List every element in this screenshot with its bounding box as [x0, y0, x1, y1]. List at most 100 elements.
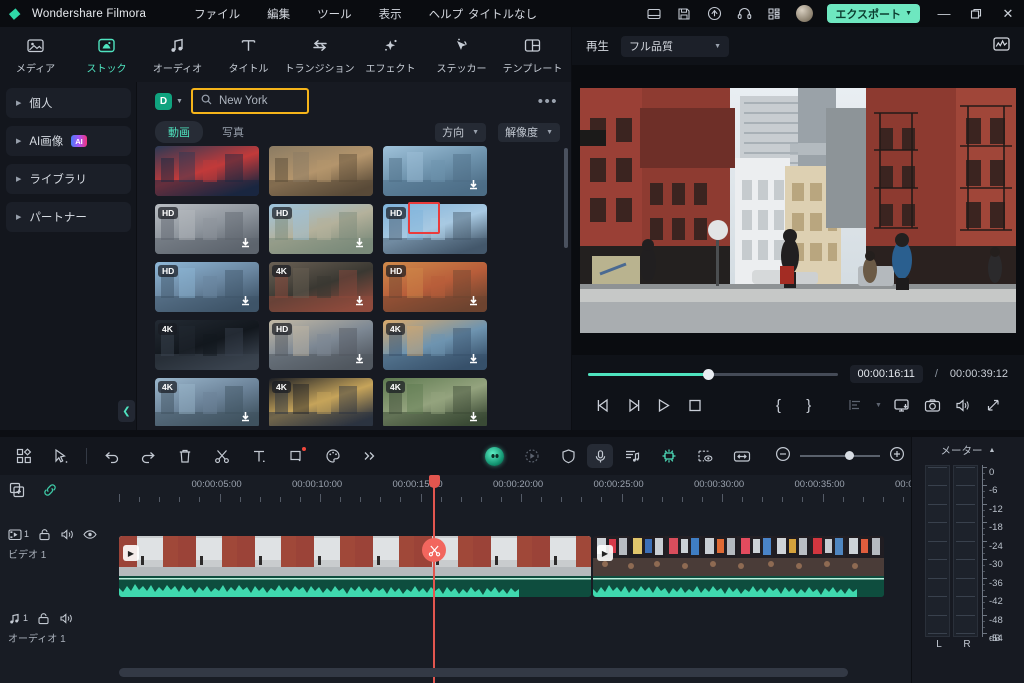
timeline-zoom-knob[interactable] [845, 451, 855, 460]
more-options-icon[interactable]: ••• [538, 93, 558, 110]
zoom-in-button[interactable] [889, 446, 905, 467]
avatar[interactable] [789, 0, 819, 27]
provider-chip[interactable]: D [155, 92, 172, 110]
sidebar-item-library[interactable]: ▶ ライブラリ [6, 164, 131, 194]
link-clips-button[interactable] [33, 475, 66, 505]
close-button[interactable]: ✕ [992, 0, 1024, 27]
ai-effects-button[interactable] [513, 441, 550, 471]
sidebar-item-partner[interactable]: ▶ パートナー [6, 202, 131, 232]
download-icon[interactable] [352, 351, 367, 366]
fit-timeline-button[interactable] [724, 441, 761, 471]
menu-item-edit[interactable]: 編集 [267, 6, 290, 22]
menu-item-help[interactable]: ヘルプ [429, 6, 464, 22]
render-preview-button[interactable] [687, 441, 724, 471]
play-button[interactable] [649, 393, 679, 417]
resolution-dropdown[interactable]: 解像度 ▼ [498, 122, 560, 142]
add-track-button[interactable] [0, 475, 33, 505]
seek-knob[interactable] [702, 368, 714, 380]
next-frame-button[interactable] [618, 393, 648, 417]
clip-play-button[interactable]: ▶ [597, 545, 613, 561]
delete-button[interactable] [167, 441, 204, 471]
seek-slider[interactable] [588, 368, 838, 380]
minimize-button[interactable]: — [928, 0, 960, 27]
menu-item-view[interactable]: 表示 [379, 6, 402, 22]
ribbon-tab-title[interactable]: タイトル [213, 27, 284, 82]
stock-result-4[interactable]: HD [155, 204, 259, 254]
text-button[interactable] [241, 441, 278, 471]
collapse-panel-button[interactable]: ❮ [118, 400, 135, 422]
mute-track-button[interactable] [60, 528, 74, 541]
stock-result-8[interactable]: 4K [269, 262, 373, 312]
stock-result-5[interactable]: HD [269, 204, 373, 254]
mark-out-button[interactable]: } [794, 393, 824, 417]
stock-result-1[interactable] [155, 146, 259, 196]
stock-result-11[interactable]: HD [269, 320, 373, 370]
download-icon[interactable] [466, 409, 481, 424]
segment-photo[interactable]: 写真 [209, 121, 257, 143]
volume-button[interactable] [947, 393, 977, 417]
timeline-horizontal-scrollbar[interactable] [119, 668, 849, 677]
hide-track-button[interactable] [83, 528, 97, 541]
cloud-upload-icon[interactable] [699, 0, 729, 27]
menu-item-file[interactable]: ファイル [194, 6, 240, 22]
stock-result-7[interactable]: HD [155, 262, 259, 312]
stop-button[interactable] [679, 393, 709, 417]
ribbon-tab-transition[interactable]: トランジション [284, 27, 355, 82]
redo-button[interactable] [130, 441, 167, 471]
mute-track-button[interactable] [59, 612, 73, 625]
download-icon[interactable] [238, 235, 253, 250]
ribbon-tab-stock[interactable]: ストック [71, 27, 142, 82]
video-clip-1[interactable]: ▶ [119, 536, 591, 597]
download-icon[interactable] [238, 293, 253, 308]
ribbon-tab-audio[interactable]: オーディオ [142, 27, 213, 82]
display-settings-button[interactable] [887, 393, 917, 417]
lock-track-button[interactable] [37, 612, 50, 625]
download-icon[interactable] [466, 177, 481, 192]
more-tools-button[interactable] [351, 441, 388, 471]
download-icon[interactable] [352, 235, 367, 250]
waveform-monitor-icon[interactable] [993, 36, 1010, 57]
sidebar-item-ai-image[interactable]: ▶ AI画像 AI [6, 126, 131, 156]
segment-video[interactable]: 動画 [155, 121, 203, 143]
meter-header[interactable]: メーター ▲ [912, 437, 1024, 463]
save-icon[interactable] [669, 0, 699, 27]
clip-play-button[interactable]: ▶ [123, 545, 139, 561]
save-as-icon[interactable] [639, 0, 669, 27]
stock-result-14[interactable]: 4K [269, 378, 373, 426]
mark-in-button[interactable]: { [763, 393, 793, 417]
search-input[interactable]: New York [190, 88, 309, 114]
stock-result-3[interactable] [383, 146, 487, 196]
stock-result-10[interactable]: 4K [155, 320, 259, 370]
orientation-dropdown[interactable]: 方向 ▼ [435, 122, 487, 142]
undo-button[interactable] [93, 441, 130, 471]
playhead-handle[interactable] [428, 475, 440, 488]
split-button[interactable] [204, 441, 241, 471]
ribbon-tab-media[interactable]: メディア [0, 27, 71, 82]
sidebar-item-personal[interactable]: ▶ 個人 [6, 88, 131, 118]
download-icon[interactable] [238, 409, 253, 424]
keyframe-button[interactable] [650, 441, 687, 471]
playhead[interactable] [433, 481, 435, 683]
prev-frame-button[interactable] [588, 393, 618, 417]
download-icon[interactable] [466, 293, 481, 308]
stock-result-15[interactable]: 4K [383, 378, 487, 426]
project-grid-button[interactable] [6, 441, 43, 471]
crop-button[interactable] [278, 441, 315, 471]
align-button[interactable] [840, 393, 870, 417]
snapshot-button[interactable] [917, 393, 947, 417]
align-dropdown[interactable]: ▼ [870, 393, 886, 417]
color-button[interactable] [315, 441, 352, 471]
stock-result-2[interactable] [269, 146, 373, 196]
ribbon-tab-effect[interactable]: エフェクト [355, 27, 426, 82]
timeline-zoom-slider[interactable] [799, 451, 880, 460]
select-tool-button[interactable] [43, 441, 80, 471]
ai-copilot-button[interactable] [476, 441, 513, 471]
download-icon[interactable] [352, 293, 367, 308]
record-voiceover-button[interactable] [587, 444, 614, 468]
ribbon-tab-sticker[interactable]: ステッカー [426, 27, 497, 82]
fullscreen-button[interactable] [978, 393, 1008, 417]
audio-detach-button[interactable] [613, 441, 650, 471]
mask-button[interactable] [550, 441, 587, 471]
stock-result-12[interactable]: 4K [383, 320, 487, 370]
chevron-down-icon[interactable]: ▼ [176, 98, 183, 105]
